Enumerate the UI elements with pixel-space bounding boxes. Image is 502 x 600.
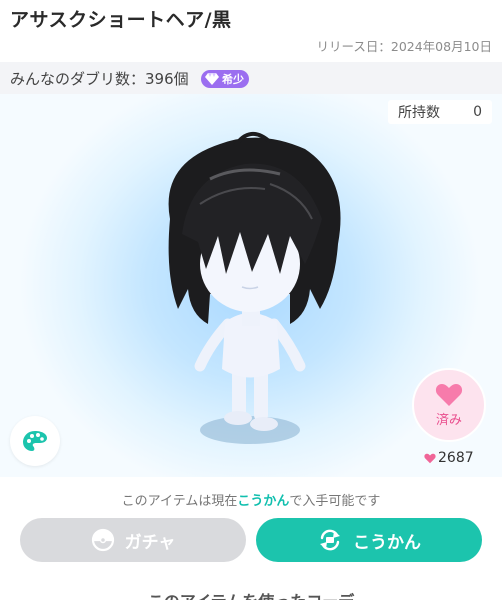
availability-note: このアイテムは現在こうかんで入手可能です — [0, 490, 502, 509]
availability-highlight: こうかん — [237, 494, 290, 509]
gacha-label: ガチャ — [124, 532, 176, 553]
item-header: アサスクショートヘア/黒 リリース日：2024年08月10日 — [0, 0, 502, 62]
duplicate-count: みんなのダブリ数：396個 — [10, 70, 189, 88]
heart-icon — [435, 383, 463, 406]
availability-suffix: で入手可能です — [289, 494, 381, 509]
like-count: 2687 — [424, 450, 474, 466]
heart-small-icon — [424, 453, 436, 463]
palette-icon — [23, 431, 47, 451]
gem-icon — [205, 73, 219, 85]
exchange-label: こうかん — [353, 532, 421, 553]
owned-label: 所持数 — [398, 105, 440, 121]
like-status: 済み — [435, 412, 462, 428]
owned-count-box: 所持数 0 — [388, 100, 492, 124]
gacha-capsule-icon — [91, 528, 114, 552]
owned-count: 0 — [473, 104, 482, 120]
gacha-button[interactable]: ガチャ — [20, 518, 246, 562]
release-date: リリース日：2024年08月10日 — [316, 39, 493, 54]
item-title: アサスクショートヘア/黒 — [10, 9, 232, 31]
duplicate-count-row: みんなのダブリ数：396個 希少 — [0, 62, 502, 94]
exchange-button[interactable]: こうかん — [256, 518, 482, 562]
rarity-label: 希少 — [222, 73, 244, 86]
exchange-icon — [320, 529, 340, 551]
like-count-value: 2687 — [438, 450, 474, 466]
availability-prefix: このアイテムは現在 — [121, 494, 238, 509]
coordinate-section-heading: このアイテムを使ったコーデ — [0, 588, 502, 600]
avatar-figure — [168, 132, 341, 444]
avatar-preview-stage: 所持数 0 済み 2687 — [0, 94, 502, 477]
rarity-badge: 希少 — [201, 70, 249, 88]
like-button[interactable]: 済み — [412, 368, 486, 442]
palette-button[interactable] — [10, 416, 60, 466]
